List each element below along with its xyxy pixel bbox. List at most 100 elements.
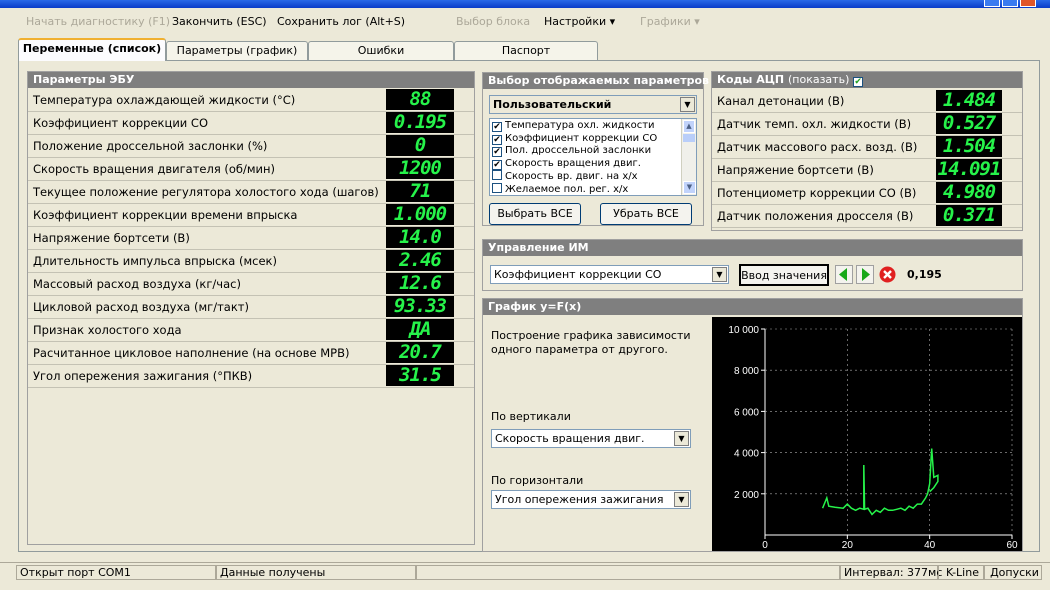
chevron-down-icon[interactable]: ▼ (680, 97, 695, 112)
ecu-row: Скорость вращения двигателя (об/мин) 1200 (28, 158, 474, 181)
maximize-button[interactable] (1002, 0, 1018, 7)
tab-passport[interactable]: Паспорт (454, 41, 598, 61)
param-checkbox[interactable]: ✔ (492, 122, 502, 132)
clear-all-button[interactable]: Убрать ВСЕ (600, 203, 692, 225)
param-checkbox[interactable] (492, 170, 502, 180)
adc-row-label: Напряжение бортсети (В) (717, 163, 874, 177)
adc-row-label: Потенциометр коррекции СО (В) (717, 186, 917, 200)
ecu-row-value: 1.000 (386, 204, 454, 225)
actuator-select[interactable]: Коэффициент коррекции СО ▼ (490, 265, 729, 284)
ecu-row-label: Коэффициент коррекции СО (33, 116, 209, 130)
param-item[interactable]: Желаемое пол. рег. х/х (492, 182, 694, 196)
enter-value-button[interactable]: Ввод значения (739, 264, 829, 286)
ecu-params-panel: Параметры ЭБУ Температура охлаждающей жи… (27, 71, 475, 545)
param-select-title: Выбор отображаемых параметров (483, 73, 709, 89)
ecu-row-value: 1200 (386, 158, 454, 179)
ecu-row-value: ДА (386, 319, 454, 340)
ecu-row: Признак холостого хода ДА (28, 319, 474, 342)
ecu-row-value: 2.46 (386, 250, 454, 271)
tab-params-graph[interactable]: Параметры (график) (166, 41, 308, 61)
ecu-row: Коэффициент коррекции СО 0.195 (28, 112, 474, 135)
menu-charts[interactable]: Графики ▾ (640, 15, 700, 28)
x-tick-label: 40 (924, 540, 936, 551)
param-item[interactable]: Скорость вр. двиг. на х/х (492, 170, 694, 183)
param-item[interactable]: ✔ Пол. дроссельной заслонки (492, 145, 694, 158)
param-checkbox[interactable]: ✔ (492, 159, 502, 170)
graph-description: Построение графика зависимости одного па… (491, 329, 691, 356)
adc-row-value: 14.091 (936, 159, 1002, 180)
adc-row: Датчик массового расх. возд. (В) 1.504 (712, 136, 1022, 159)
menu-finish[interactable]: Закончить (ESC) (172, 15, 267, 28)
status-tolerance[interactable]: Допуски (984, 565, 1042, 580)
increase-arrow-icon[interactable] (856, 265, 874, 284)
graph-panel: График y=F(x) Построение графика зависим… (482, 298, 1023, 552)
preset-select[interactable]: Пользовательский ▼ (489, 95, 697, 114)
param-item-label: Скорость вращения двиг. (505, 157, 641, 169)
menu-select-block[interactable]: Выбор блока (456, 15, 530, 28)
x-tick-label: 20 (842, 540, 854, 551)
ecu-row: Напряжение бортсети (В) 14.0 (28, 227, 474, 250)
minimize-button[interactable] (984, 0, 1000, 7)
y-tick-label: 4 000 (734, 449, 759, 460)
ecu-row-value: 71 (386, 181, 454, 202)
status-data: Данные получены (216, 565, 416, 580)
ecu-row-value: 12.6 (386, 273, 454, 294)
status-kline: K-Line (938, 565, 984, 580)
menu-start-diagnostics[interactable]: Начать диагностику (F1) (26, 15, 170, 28)
ecu-row-value: 0.195 (386, 112, 454, 133)
ecu-row-value: 20.7 (386, 342, 454, 363)
ecu-row: Угол опережения зажигания (°ПКВ) 31.5 (28, 365, 474, 388)
adc-row: Датчик темп. охл. жидкости (В) 0.527 (712, 113, 1022, 136)
tab-errors[interactable]: Ошибки (308, 41, 454, 61)
y-tick-label: 6 000 (734, 407, 759, 418)
ecu-row-label: Текущее положение регулятора холостого х… (33, 185, 379, 199)
x-tick-label: 0 (762, 540, 768, 551)
menu-save-log[interactable]: Сохранить лог (Alt+S) (277, 15, 405, 28)
adc-row-label: Датчик темп. охл. жидкости (В) (717, 117, 912, 131)
horizontal-axis-select[interactable]: Угол опережения зажигания ▼ (491, 490, 691, 509)
statusbar: Открыт порт COM1 Данные получены Интерва… (0, 562, 1050, 580)
adc-show-link[interactable]: (показать) (788, 73, 849, 86)
ecu-row-label: Признак холостого хода (33, 323, 182, 337)
x-tick-label: 60 (1006, 540, 1018, 551)
ecu-row-label: Коэффициент коррекции времени впрыска (33, 208, 298, 222)
close-window-button[interactable] (1020, 0, 1036, 7)
checklist-scrollbar[interactable]: ▲ ▼ (681, 119, 696, 195)
status-port: Открыт порт COM1 (16, 565, 216, 580)
vertical-axis-select[interactable]: Скорость вращения двиг. ▼ (491, 429, 691, 448)
adc-show-checkbox[interactable]: ✔ (853, 77, 864, 87)
select-all-button[interactable]: Выбрать ВСЕ (489, 203, 581, 225)
param-checklist[interactable]: ✔ Температура охл. жидкости ✔ Коэффициент к… (489, 118, 697, 196)
adc-row-value: 4.980 (936, 182, 1002, 203)
param-checkbox[interactable] (492, 182, 502, 193)
y-tick-label: 2 000 (734, 490, 759, 501)
ecu-row-label: Длительность импульса впрыска (мсек) (33, 254, 277, 268)
menu-settings[interactable]: Настройки ▾ (544, 15, 615, 28)
scroll-up-icon[interactable]: ▲ (683, 120, 695, 133)
param-item[interactable]: ✔ Температура охл. жидкости (492, 120, 694, 133)
decrease-arrow-icon[interactable] (835, 265, 853, 284)
chevron-down-icon[interactable]: ▼ (712, 267, 727, 282)
param-checkbox[interactable]: ✔ (492, 134, 502, 145)
param-checkbox[interactable]: ✔ (492, 147, 502, 157)
scroll-down-icon[interactable]: ▼ (683, 181, 696, 194)
window-titlebar (0, 0, 1050, 8)
actuator-value: 0,195 (907, 268, 942, 281)
actuator-select-value: Коэффициент коррекции СО (494, 268, 662, 281)
ecu-params-title: Параметры ЭБУ (28, 72, 474, 88)
param-item[interactable]: ✔ Скорость вращения двиг. (492, 158, 694, 171)
param-item-label: Пол. дроссельной заслонки (505, 145, 652, 156)
chevron-down-icon[interactable]: ▼ (674, 492, 689, 507)
ecu-row-label: Напряжение бортсети (В) (33, 231, 190, 245)
ecu-row: Текущее положение регулятора холостого х… (28, 181, 474, 204)
scroll-thumb[interactable] (683, 134, 695, 142)
preset-select-value: Пользовательский (493, 98, 612, 111)
vertical-label: По вертикали (491, 410, 571, 423)
ecu-row: Длительность импульса впрыска (мсек) 2.46 (28, 250, 474, 273)
cancel-icon[interactable] (878, 265, 897, 284)
chevron-down-icon[interactable]: ▼ (674, 431, 689, 446)
adc-title-bar: Коды АЦП (показать) ✔ (712, 72, 1022, 88)
tab-variables-list[interactable]: Переменные (список) (18, 38, 166, 61)
param-item[interactable]: ✔ Коэффициент коррекции СО (492, 133, 694, 146)
adc-row: Потенциометр коррекции СО (В) 4.980 (712, 182, 1022, 205)
